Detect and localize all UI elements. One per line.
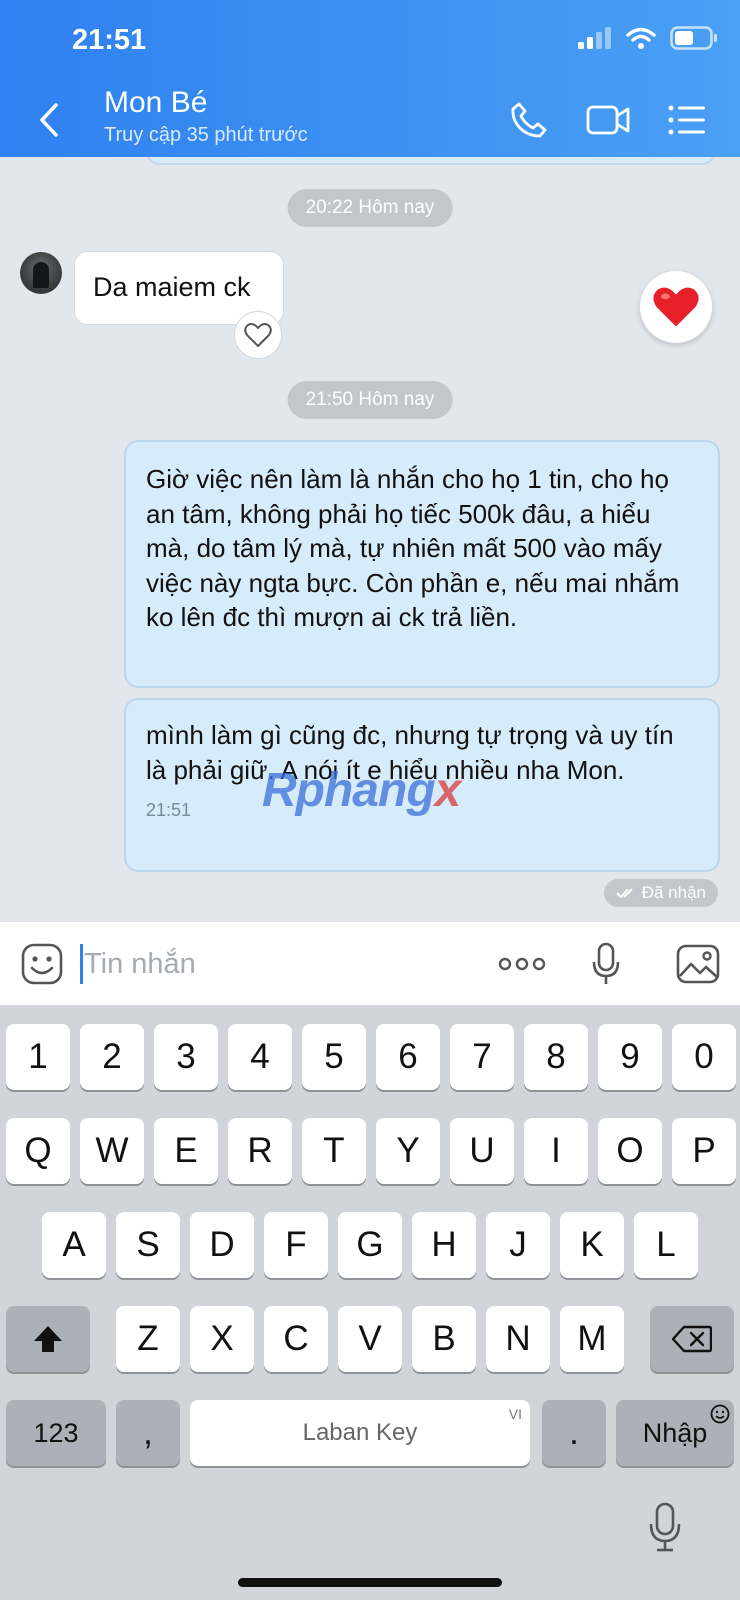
- heart-icon: [653, 287, 699, 327]
- key-y[interactable]: Y: [376, 1118, 440, 1184]
- comma-key[interactable]: ,: [116, 1400, 180, 1466]
- key-x[interactable]: X: [190, 1306, 254, 1372]
- key-w[interactable]: W: [80, 1118, 144, 1184]
- period-key[interactable]: .: [542, 1400, 606, 1466]
- time-divider: 20:22 Hôm nay: [287, 189, 453, 227]
- menu-icon: [668, 105, 705, 135]
- signal-icon: [578, 27, 611, 49]
- space-key-label: Laban Key: [302, 1419, 418, 1446]
- double-check-icon: [616, 888, 633, 899]
- shift-icon: [34, 1326, 62, 1352]
- key-4[interactable]: 4: [228, 1024, 292, 1090]
- call-button[interactable]: [510, 98, 548, 142]
- message-input[interactable]: [84, 940, 464, 988]
- key-o[interactable]: O: [598, 1118, 662, 1184]
- back-button[interactable]: [34, 100, 64, 140]
- key-7[interactable]: 7: [450, 1024, 514, 1090]
- key-v[interactable]: V: [338, 1306, 402, 1372]
- phone-icon: [511, 102, 547, 138]
- previous-message-bubble[interactable]: [146, 157, 716, 165]
- enter-key[interactable]: Nhập: [616, 1400, 734, 1466]
- key-c[interactable]: C: [264, 1306, 328, 1372]
- numbers-mode-key[interactable]: 123: [6, 1400, 106, 1466]
- more-options-button[interactable]: [498, 940, 546, 988]
- menu-button[interactable]: [668, 98, 706, 142]
- emoji-icon: [21, 943, 63, 985]
- chat-area[interactable]: 20:22 Hôm nay Da maiem ck 21:50 Hôm nay …: [0, 157, 740, 922]
- key-2[interactable]: 2: [80, 1024, 144, 1090]
- key-f[interactable]: F: [264, 1212, 328, 1278]
- key-k[interactable]: K: [560, 1212, 624, 1278]
- keyboard: 1 2 3 4 5 6 7 8 9 0 Q W E R T Y U I O P …: [0, 1006, 740, 1600]
- key-t[interactable]: T: [302, 1118, 366, 1184]
- space-key[interactable]: Laban Key VI: [190, 1400, 530, 1466]
- voice-message-button[interactable]: [592, 940, 620, 988]
- language-indicator: VI: [508, 1406, 522, 1422]
- key-h[interactable]: H: [412, 1212, 476, 1278]
- message-text: Giờ việc nên làm là nhắn cho họ 1 tin, c…: [146, 464, 680, 632]
- watermark-text: Rphang: [262, 764, 436, 817]
- back-icon: [40, 103, 58, 137]
- key-s[interactable]: S: [116, 1212, 180, 1278]
- image-icon: [676, 944, 720, 984]
- key-g[interactable]: G: [338, 1212, 402, 1278]
- read-status: Đã nhận: [603, 879, 718, 907]
- status-icons: [578, 26, 718, 50]
- battery-icon: [670, 26, 717, 50]
- key-5[interactable]: 5: [302, 1024, 366, 1090]
- key-l[interactable]: L: [634, 1212, 698, 1278]
- text-caret: [80, 944, 83, 984]
- key-9[interactable]: 9: [598, 1024, 662, 1090]
- key-6[interactable]: 6: [376, 1024, 440, 1090]
- video-icon: [586, 105, 630, 135]
- read-status-label: Đã nhận: [641, 883, 706, 902]
- avatar[interactable]: [20, 252, 62, 294]
- outgoing-message-bubble[interactable]: Giờ việc nên làm là nhắn cho họ 1 tin, c…: [124, 440, 720, 688]
- key-a[interactable]: A: [42, 1212, 106, 1278]
- key-1[interactable]: 1: [6, 1024, 70, 1090]
- reaction-button[interactable]: [234, 311, 282, 359]
- backspace-icon: [672, 1325, 712, 1353]
- heart-reaction[interactable]: [640, 271, 712, 343]
- key-e[interactable]: E: [154, 1118, 218, 1184]
- chat-header: 21:51 Mon Bé Truy cập 35 phút trước: [0, 0, 740, 157]
- emoji-smile-icon: [710, 1404, 730, 1424]
- contact-last-seen: Truy cập 35 phút trước: [104, 124, 308, 146]
- dictation-button[interactable]: [648, 1502, 682, 1557]
- key-3[interactable]: 3: [154, 1024, 218, 1090]
- key-i[interactable]: I: [524, 1118, 588, 1184]
- heart-outline-icon: [244, 323, 272, 347]
- key-r[interactable]: R: [228, 1118, 292, 1184]
- dictation-microphone-icon: [649, 1502, 681, 1552]
- key-u[interactable]: U: [450, 1118, 514, 1184]
- sticker-button[interactable]: [20, 942, 64, 986]
- key-n[interactable]: N: [486, 1306, 550, 1372]
- message-composer: [0, 922, 740, 1006]
- watermark: Rphangx: [262, 763, 462, 818]
- photo-button[interactable]: [676, 940, 720, 988]
- key-d[interactable]: D: [190, 1212, 254, 1278]
- enter-key-label: Nhập: [642, 1417, 708, 1448]
- key-0[interactable]: 0: [672, 1024, 736, 1090]
- key-q[interactable]: Q: [6, 1118, 70, 1184]
- shift-key[interactable]: [6, 1306, 90, 1372]
- watermark-suffix: x: [434, 764, 462, 817]
- time-divider: 21:50 Hôm nay: [287, 381, 453, 419]
- microphone-icon: [592, 942, 620, 984]
- status-time: 21:51: [72, 24, 147, 56]
- key-p[interactable]: P: [672, 1118, 736, 1184]
- key-b[interactable]: B: [412, 1306, 476, 1372]
- wifi-icon: [626, 27, 656, 49]
- key-j[interactable]: J: [486, 1212, 550, 1278]
- key-m[interactable]: M: [560, 1306, 624, 1372]
- more-dots-icon: [498, 957, 546, 971]
- backspace-key[interactable]: [650, 1306, 734, 1372]
- home-indicator[interactable]: [238, 1578, 502, 1587]
- video-call-button[interactable]: [586, 98, 630, 142]
- key-z[interactable]: Z: [116, 1306, 180, 1372]
- contact-name[interactable]: Mon Bé: [104, 86, 207, 120]
- key-8[interactable]: 8: [524, 1024, 588, 1090]
